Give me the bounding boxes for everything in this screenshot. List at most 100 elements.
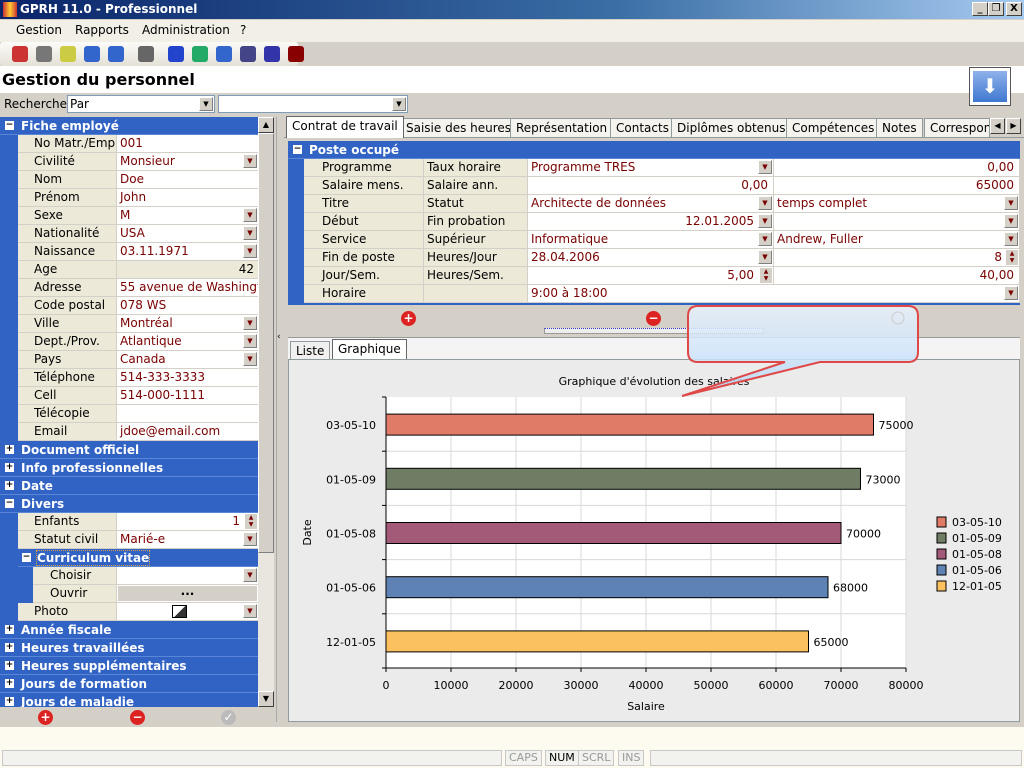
group-header[interactable]: + Jours de maladie bbox=[0, 693, 258, 707]
field-input[interactable]: jdoe@email.com bbox=[117, 423, 258, 440]
collapse-icon[interactable]: − bbox=[5, 121, 14, 130]
menu-gestion[interactable]: Gestion bbox=[16, 23, 62, 37]
expand-icon[interactable]: + bbox=[5, 625, 14, 634]
subtab-liste[interactable]: Liste bbox=[290, 341, 331, 359]
field-input[interactable]: Canada ▼ bbox=[117, 351, 258, 368]
tab-5[interactable]: Compétences bbox=[786, 118, 881, 137]
row-input-2[interactable]: 8 ▲ ▼ bbox=[774, 249, 1020, 266]
expand-icon[interactable]: + bbox=[5, 445, 14, 454]
row-input-2[interactable]: Andrew, Fuller ▼ bbox=[774, 231, 1020, 248]
tab-0[interactable]: Contrat de travail bbox=[286, 116, 404, 138]
remove-poste-button[interactable]: − bbox=[646, 311, 661, 326]
photo-select[interactable]: ▼ bbox=[117, 603, 258, 620]
row-input-1[interactable]: Architecte de données ▼ bbox=[528, 195, 774, 212]
row-input-1[interactable]: Programme TRES ▼ bbox=[528, 159, 774, 176]
field-input[interactable]: 078 WS bbox=[117, 297, 258, 314]
row-input-1[interactable]: Informatique ▼ bbox=[528, 231, 774, 248]
enfants-input[interactable]: 1 ▲ ▼ bbox=[117, 513, 258, 530]
row-input-1[interactable]: 28.04.2006 ▼ bbox=[528, 249, 774, 266]
flask-icon[interactable] bbox=[264, 46, 280, 62]
expand-icon[interactable]: + bbox=[5, 481, 14, 490]
tab-4[interactable]: Diplômes obtenus bbox=[671, 118, 792, 137]
row-input-2[interactable]: 40,00 bbox=[774, 267, 1020, 284]
book-icon[interactable] bbox=[240, 46, 256, 62]
row-input-1[interactable]: 12.01.2005 ▼ bbox=[528, 213, 774, 230]
group-header[interactable]: + Date bbox=[0, 477, 258, 495]
field-input[interactable]: 514-000-1111 bbox=[117, 387, 258, 404]
printer-icon[interactable] bbox=[36, 46, 52, 62]
group-header[interactable]: + Document officiel bbox=[0, 441, 258, 459]
add-poste-button[interactable]: + bbox=[401, 311, 416, 326]
tab-scroll-right-icon[interactable]: ▶ bbox=[1006, 118, 1021, 134]
expand-icon[interactable]: + bbox=[5, 463, 14, 472]
download-button[interactable]: ⬇ bbox=[969, 67, 1011, 106]
group-header[interactable]: + Heures supplémentaires bbox=[0, 657, 258, 675]
spinner-icon[interactable]: ▲ ▼ bbox=[1006, 250, 1018, 265]
remove-button[interactable]: − bbox=[130, 710, 145, 725]
row-input-2[interactable]: 0,00 bbox=[774, 159, 1020, 176]
employees-icon[interactable] bbox=[12, 46, 28, 62]
left-scrollbar[interactable]: ▲ ▼ bbox=[258, 117, 274, 707]
row-input-2[interactable]: 65000 bbox=[774, 177, 1020, 194]
field-input[interactable] bbox=[117, 405, 258, 422]
statut-civil-select[interactable]: Marié-e ▼ bbox=[117, 531, 258, 548]
spinner-icon[interactable]: ▲ ▼ bbox=[760, 268, 772, 283]
row-input-1[interactable]: 0,00 bbox=[528, 177, 774, 194]
choisir-select[interactable]: ▼ bbox=[117, 567, 258, 584]
field-input[interactable]: M ▼ bbox=[117, 207, 258, 224]
expand-icon[interactable]: + bbox=[5, 697, 14, 706]
row-input-2[interactable]: temps complet ▼ bbox=[774, 195, 1020, 212]
tab-3[interactable]: Contacts bbox=[610, 118, 675, 137]
collapse-icon[interactable]: − bbox=[22, 553, 31, 562]
field-input[interactable]: 55 avenue de Washington bbox=[117, 279, 258, 296]
subtab-graphique[interactable]: Graphique bbox=[332, 339, 407, 360]
tab-scroll-left-icon[interactable]: ◀ bbox=[990, 118, 1005, 134]
group-header[interactable]: + Année fiscale bbox=[0, 621, 258, 639]
field-input[interactable]: 03.11.1971 ▼ bbox=[117, 243, 258, 260]
close-button[interactable]: X bbox=[1006, 2, 1022, 16]
search-value-select[interactable]: ▼ bbox=[218, 95, 408, 113]
confirm-button[interactable]: ✓ bbox=[221, 710, 236, 725]
expand-icon[interactable]: + bbox=[5, 643, 14, 652]
field-input[interactable]: John bbox=[117, 189, 258, 206]
menu-administration[interactable]: Administration bbox=[142, 23, 230, 37]
collapse-icon[interactable]: − bbox=[293, 145, 302, 154]
group-poste-occupe[interactable]: − Poste occupé bbox=[288, 141, 1020, 159]
calculator-icon[interactable] bbox=[84, 46, 100, 62]
spinner-icon[interactable]: ▲ ▼ bbox=[245, 514, 257, 529]
vertical-splitter[interactable]: ‹ bbox=[276, 117, 284, 722]
expand-icon[interactable]: + bbox=[5, 661, 14, 670]
menu-help[interactable]: ? bbox=[240, 23, 246, 37]
search-by-select[interactable]: Par ▼ bbox=[67, 95, 215, 113]
field-input[interactable]: USA ▼ bbox=[117, 225, 258, 242]
group-header[interactable]: + Info professionnelles bbox=[0, 459, 258, 477]
ouvrir-button[interactable]: ... bbox=[118, 585, 257, 601]
field-input[interactable]: 001 bbox=[117, 135, 258, 152]
group-header[interactable]: + Jours de formation bbox=[0, 675, 258, 693]
group-fiche-employe[interactable]: − Fiche employé bbox=[0, 117, 258, 135]
field-input[interactable]: Montréal ▼ bbox=[117, 315, 258, 332]
expand-icon[interactable]: + bbox=[5, 679, 14, 688]
field-input[interactable]: Monsieur ▼ bbox=[117, 153, 258, 170]
row-input-2[interactable]: ▼ bbox=[774, 213, 1020, 230]
tab-7[interactable]: Correspon bbox=[924, 118, 990, 137]
field-input[interactable]: 514-333-3333 bbox=[117, 369, 258, 386]
group-header[interactable]: + Heures travaillées bbox=[0, 639, 258, 657]
scroll-down-icon[interactable]: ▼ bbox=[258, 691, 274, 707]
tab-6[interactable]: Notes bbox=[876, 118, 923, 137]
add-button[interactable]: + bbox=[38, 710, 53, 725]
scroll-thumb[interactable] bbox=[258, 133, 274, 553]
tools-icon[interactable] bbox=[138, 46, 154, 62]
row-input-1[interactable]: 5,00 ▲ ▼ bbox=[528, 267, 774, 284]
edit-document-icon[interactable] bbox=[60, 46, 76, 62]
menu-rapports[interactable]: Rapports bbox=[75, 23, 129, 37]
tab-1[interactable]: Saisie des heures bbox=[400, 118, 518, 137]
checklist-icon[interactable] bbox=[216, 46, 232, 62]
globe-icon[interactable] bbox=[192, 46, 208, 62]
scroll-up-icon[interactable]: ▲ bbox=[258, 117, 274, 133]
collapse-icon[interactable]: − bbox=[5, 499, 14, 508]
list-icon[interactable] bbox=[108, 46, 124, 62]
help-icon[interactable] bbox=[168, 46, 184, 62]
minimize-button[interactable]: _ bbox=[972, 2, 988, 16]
field-input[interactable]: Doe bbox=[117, 171, 258, 188]
